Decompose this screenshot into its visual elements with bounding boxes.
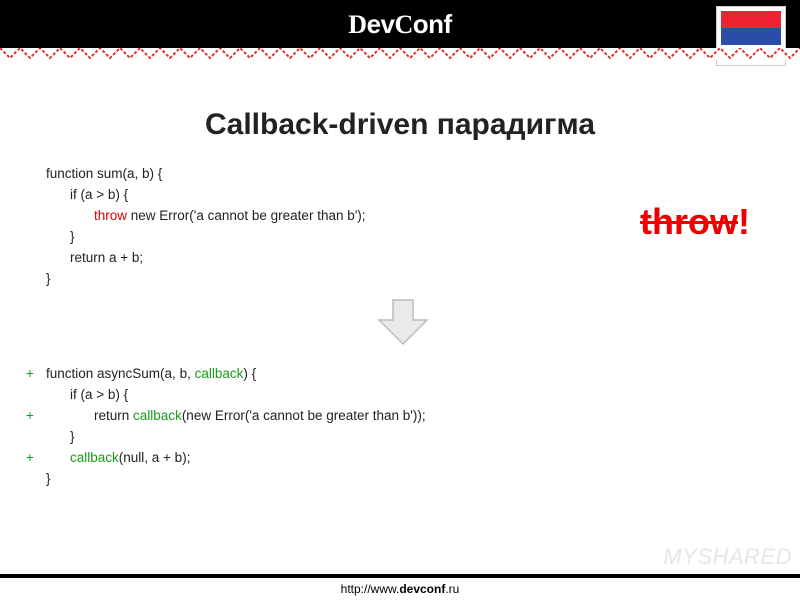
code1-l6: } (46, 269, 760, 290)
code2-l1: +function asyncSum(a, b, callback) { (46, 364, 760, 385)
footer-bold: devconf (399, 582, 445, 596)
c2l3a: return (94, 408, 133, 423)
throw-excl: ! (738, 194, 750, 250)
zigzag-icon (0, 48, 800, 60)
code2-l5: +callback(null, a + b); (46, 448, 760, 469)
footer-suffix: .ru (445, 582, 459, 596)
arrow-down (46, 298, 760, 355)
c2l3c: (new Error('a cannot be greater than b')… (182, 408, 426, 423)
code2-l2: if (a > b) { (46, 385, 760, 406)
throw-callout: throw! (640, 194, 750, 250)
flag-icon (721, 11, 781, 45)
code1-l1: function sum(a, b) { (46, 164, 760, 185)
plus-2: + (26, 406, 34, 427)
c2l5b: (null, a + b); (119, 450, 191, 465)
zigzag-divider (0, 48, 800, 60)
c2l5a: callback (70, 450, 119, 465)
flag-blue (721, 28, 781, 45)
code1-l3-rest: new Error('a cannot be greater than b'); (127, 208, 366, 223)
code-block-2: +function asyncSum(a, b, callback) { if … (46, 364, 760, 490)
plus-1: + (26, 364, 34, 385)
code2-l3: +return callback(new Error('a cannot be … (46, 406, 760, 427)
code1-l5: return a + b; (46, 248, 760, 269)
slide-title: Callback-driven парадигма (0, 108, 800, 142)
footer-prefix: http://www. (341, 582, 400, 596)
c2l1a: function asyncSum(a, b, (46, 366, 195, 381)
arrow-down-icon (373, 298, 433, 348)
code2-l6: } (46, 469, 760, 490)
throw-text: throw (640, 201, 738, 242)
watermark: MYSHARED (663, 544, 792, 570)
c2l3b: callback (133, 408, 182, 423)
brand-logo: DevConf (348, 9, 451, 40)
footer: http://www.devconf.ru (0, 574, 800, 600)
throw-kw: throw (94, 208, 127, 223)
slide-content: throw! function sum(a, b) { if (a > b) {… (0, 164, 800, 490)
brand-d: D (348, 10, 366, 39)
brand-rest: ev (367, 9, 395, 39)
flag-red (721, 11, 781, 28)
c2l1c: ) { (243, 366, 256, 381)
code2-l4: } (46, 427, 760, 448)
plus-3: + (26, 448, 34, 469)
header-bar: DevConf Akshell (0, 0, 800, 48)
c2l1b: callback (195, 366, 244, 381)
